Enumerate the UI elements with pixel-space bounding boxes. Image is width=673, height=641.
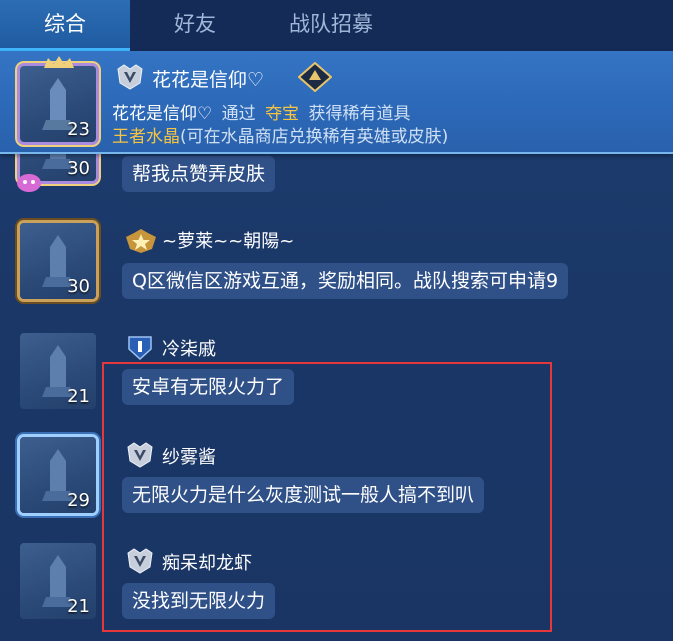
system-line-1-via: 通过 (221, 104, 256, 124)
avatar-level: 29 (67, 490, 90, 511)
avatar[interactable]: 29 (20, 437, 96, 513)
message-text: 帮我点赞弄皮肤 (132, 163, 266, 185)
sender-name[interactable]: ~萝莱~~朝陽~ (162, 227, 294, 253)
system-line-1-name: 花花是信仰♡ (112, 104, 213, 124)
crown-frame-icon (44, 56, 74, 68)
avatar-level: 30 (67, 276, 90, 297)
system-line-1-result: 获得稀有道具 (308, 104, 411, 124)
system-avatar[interactable]: 23 (20, 56, 96, 142)
system-sender-name[interactable]: 花花是信仰♡ (152, 65, 264, 92)
tab-team-recruit-label: 战队招募 (289, 12, 373, 36)
message-bubble[interactable]: Q区微信区游戏互通，奖励相同。战队搜索可申请9 (122, 263, 569, 299)
bronze-rank-badge-icon (128, 336, 152, 361)
tab-all[interactable]: 综合 (0, 0, 130, 51)
system-line-2-note: (可在水晶商店兑换稀有英雄或皮肤) (180, 127, 449, 147)
highlight-box (102, 362, 552, 632)
tab-friends-label: 好友 (174, 12, 216, 36)
avatar[interactable]: 21 (20, 333, 96, 409)
v-rank-badge-icon (117, 64, 143, 90)
tab-friends[interactable]: 好友 (130, 0, 260, 51)
tab-all-label: 综合 (44, 12, 86, 36)
star-rank-badge-icon (126, 229, 156, 253)
avatar-level: 21 (67, 386, 90, 407)
chat-tab-bar: 综合 好友 战队招募 (0, 0, 673, 51)
pet-sticker-icon (17, 174, 41, 192)
system-line-1: 花花是信仰♡ 通过 夺宝 获得稀有道具 (112, 99, 410, 124)
system-line-2: 王者水晶(可在水晶商店兑换稀有英雄或皮肤) (112, 122, 448, 147)
message-row: 30 ~萝莱~~朝陽~ Q区微信区游戏互通，奖励相同。战队搜索可申请9 (0, 219, 673, 319)
avatar-level: 23 (67, 119, 90, 140)
avatar[interactable]: 30 (20, 223, 96, 299)
chat-app: 综合 好友 战队招募 30 帮我点赞弄皮肤 30 ~萝莱~~朝陽~ Q区微信区游… (0, 0, 673, 641)
sender-name[interactable]: 冷柒戚 (162, 335, 216, 361)
avatar-level: 21 (67, 596, 90, 617)
message-bubble[interactable]: 帮我点赞弄皮肤 (122, 156, 276, 192)
system-message-row[interactable]: 23 花花是信仰♡ 花花是信仰♡ 通过 夺宝 获得稀有道具 王者水晶(可在水晶商… (0, 51, 673, 154)
system-line-1-source: 夺宝 (265, 104, 300, 124)
guild-emblem-icon (298, 62, 332, 92)
tab-team-recruit[interactable]: 战队招募 (262, 0, 400, 51)
system-line-2-item: 王者水晶 (112, 127, 180, 147)
avatar-level: 30 (67, 158, 90, 179)
avatar[interactable]: 21 (20, 543, 96, 619)
message-text: Q区微信区游戏互通，奖励相同。战队搜索可申请9 (132, 270, 559, 292)
